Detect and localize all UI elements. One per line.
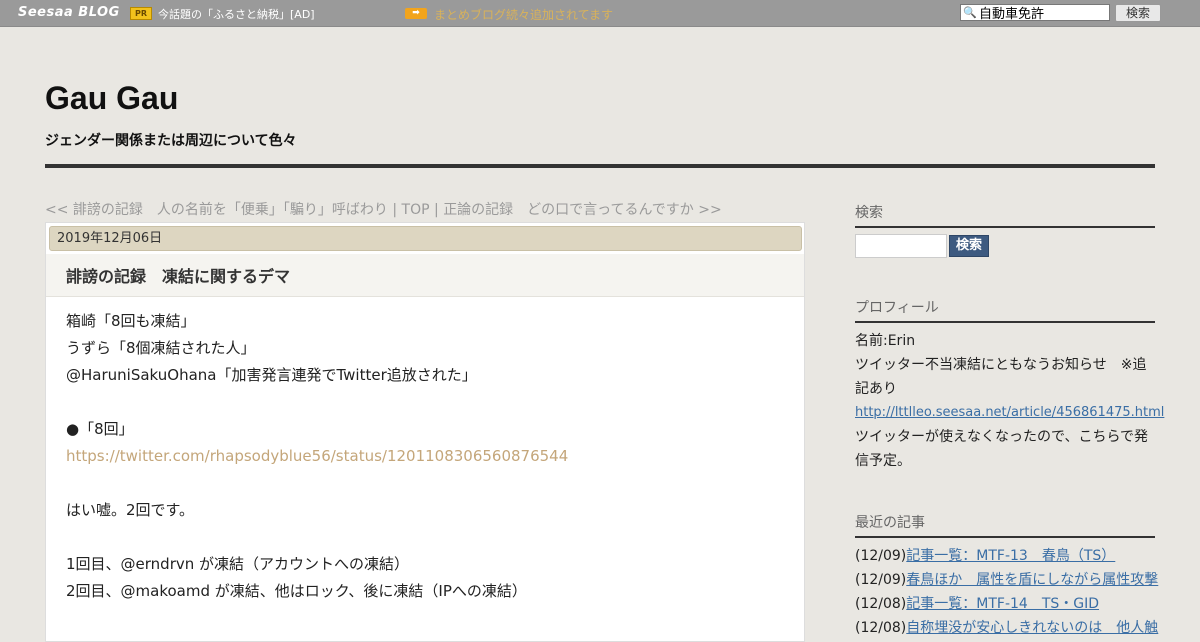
body-line: ●「8回」 [66,420,134,438]
arrow-right-icon: ➡ [405,8,427,19]
article-date: 2019年12月06日 [49,226,802,251]
top-search-box: 🔍 [960,4,1110,21]
recent-post-link[interactable]: 記事一覧：MTF-14 TS・GID [906,596,1099,612]
top-link[interactable]: TOP [402,202,430,218]
tweet-link[interactable]: https://twitter.com/rhapsodyblue56/statu… [66,443,786,470]
body-line: 1回目、@erndrvn が凍結（アカウントへの凍結） [66,555,410,573]
site-title[interactable]: Gau Gau [45,80,178,117]
recent-post-date: (12/09) [855,572,907,588]
recent-post-date: (12/09) [855,548,907,564]
body-blank-line [66,524,786,551]
nav-separator: | [429,202,444,218]
sidebar-search-input[interactable] [855,234,947,258]
body-line: はい嘘。2回です。 [66,501,195,519]
recent-post-item: (12/09)記事一覧：MTF-13 春鳥（TS） [855,544,1165,568]
recent-post-date: (12/08) [855,620,907,636]
top-search-button[interactable]: 検索 [1115,4,1161,22]
recent-post-link[interactable]: 記事一覧：MTF-13 春鳥（TS） [906,548,1115,564]
recent-post-link[interactable]: 自称埋没が安心しきれないのは 他人触 [906,620,1158,636]
sidebar-search-button[interactable]: 検索 [949,235,989,257]
profile-notice: ツイッター不当凍結にともなうお知らせ ※追記あり [855,357,1147,397]
recent-post-link[interactable]: 春鳥ほか 属性を盾にしながら属性攻撃 [906,572,1158,588]
body-blank-line [66,389,786,416]
recent-post-item: (12/08)自称埋没が安心しきれないのは 他人触 [855,616,1165,640]
recent-post-date: (12/08) [855,596,907,612]
article-nav: << 誹謗の記録 人の名前を「便乗」「騙り」呼ばわり | TOP | 正論の記録… [45,199,722,219]
site-subtitle: ジェンダー関係または周辺について色々 [45,133,297,149]
sidebar-search-heading: 検索 [855,202,1155,228]
profile-note: ツイッターが使えなくなったので、こちらで発信予定。 [855,429,1149,469]
seesaa-blog-logo[interactable]: Seesaa BLOG [18,5,120,20]
body-line: 箱崎「8回も凍結」 [66,312,196,330]
nav-separator: | [387,202,402,218]
article-title[interactable]: 誹謗の記録 凍結に関するデマ [66,263,290,287]
recent-post-item: (12/08)記事一覧：MTF-14 TS・GID [855,592,1165,616]
profile-section: 名前:Erin ツイッター不当凍結にともなうお知らせ ※追記あり http://… [855,329,1164,473]
recent-post-item: (12/09)春鳥ほか 属性を盾にしながら属性攻撃 [855,568,1165,592]
next-article-link[interactable]: 正論の記録 どの口で言ってるんですか >> [443,202,722,218]
notice-link[interactable]: まとめブログ続々追加されてます [434,6,613,23]
article-card: 2019年12月06日 誹謗の記録 凍結に関するデマ 箱崎「8回も凍結」 うずら… [45,222,805,642]
prev-article-link[interactable]: << 誹謗の記録 人の名前を「便乗」「騙り」呼ばわり [45,202,388,218]
body-blank-line [66,470,786,497]
body-line: @HaruniSakuOhana「加害発言連発でTwitter追放された」 [66,366,477,384]
article-title-band: 誹謗の記録 凍結に関するデマ [46,254,804,297]
body-line: うずら「8個凍結された人」 [66,339,256,357]
ad-link[interactable]: 今話題の「ふるさと納税」[AD] [158,6,315,22]
header-divider [45,164,1155,168]
sidebar-recent-heading: 最近の記事 [855,512,1155,538]
article-body: 箱崎「8回も凍結」 うずら「8個凍結された人」 @HaruniSakuOhana… [66,308,786,605]
top-search-input[interactable] [979,5,1107,20]
body-line: 2回目、@makoamd が凍結、他はロック、後に凍結（IPへの凍結） [66,582,527,600]
search-icon: 🔍 [963,6,977,19]
recent-posts-list: (12/09)記事一覧：MTF-13 春鳥（TS） (12/09)春鳥ほか 属性… [855,544,1165,640]
profile-link[interactable]: http://lttlleo.seesaa.net/article/456861… [855,401,1164,425]
top-bar: Seesaa BLOG PR 今話題の「ふるさと納税」[AD] ➡ まとめブログ… [0,0,1200,27]
profile-name: 名前:Erin [855,333,916,349]
pr-badge: PR [130,7,152,20]
sidebar-profile-heading: プロフィール [855,297,1155,323]
